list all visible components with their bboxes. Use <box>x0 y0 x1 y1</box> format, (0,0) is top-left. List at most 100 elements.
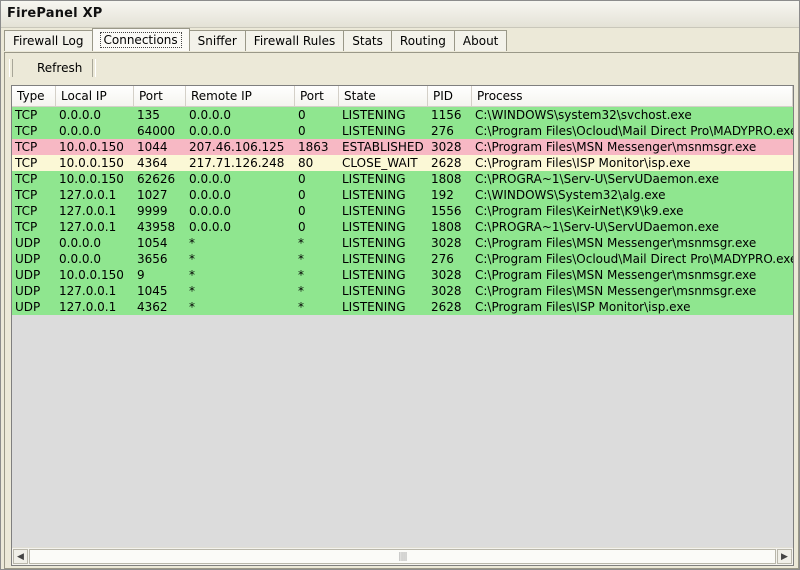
table-row[interactable]: TCP 10.0.0.150 62626 0.0.0.0 0 LISTENING 1808 C… <box>12 171 793 187</box>
cell-remote-ip: 207.46.106.125 <box>189 140 285 154</box>
cell-local-port: 135 <box>137 108 160 122</box>
cell-remote-port: * <box>298 252 304 266</box>
cell-pid: 276 <box>431 252 454 266</box>
cell-local-port: 1054 <box>137 236 168 250</box>
column-header-local-port[interactable]: Port <box>134 86 186 106</box>
cell-pid: 3028 <box>431 268 462 282</box>
tab-stats[interactable]: Stats <box>343 30 392 51</box>
scrollbar-thumb[interactable]: |||| <box>29 549 776 564</box>
cell-state: LISTENING <box>342 108 406 122</box>
connections-list[interactable]: Type Local IP Port Remote IP Port State … <box>11 85 794 566</box>
table-row[interactable]: TCP 127.0.0.1 1027 0.0.0.0 0 LISTENING 192 C:\W… <box>12 187 793 203</box>
toolbar-grip[interactable] <box>9 59 13 77</box>
tab-sniffer[interactable]: Sniffer <box>188 30 246 51</box>
table-row[interactable]: TCP 127.0.0.1 43958 0.0.0.0 0 LISTENING 1808 C:… <box>12 219 793 235</box>
cell-remote-port: 80 <box>298 156 314 170</box>
cell-local-ip: 10.0.0.150 <box>59 156 124 170</box>
cell-state: LISTENING <box>342 284 406 298</box>
cell-state: LISTENING <box>342 252 406 266</box>
cell-remote-ip: 217.71.126.248 <box>189 156 285 170</box>
tab-about[interactable]: About <box>453 30 508 51</box>
table-row[interactable]: UDP 127.0.0.1 1045 * * LISTENING 3028 C:\Progra… <box>12 283 793 299</box>
column-header-type[interactable]: Type <box>12 86 56 106</box>
cell-remote-ip: * <box>189 268 195 282</box>
table-row[interactable]: UDP 0.0.0.0 1054 * * LISTENING 3028 C:\Program … <box>12 235 793 251</box>
cell-remote-port: 0 <box>298 124 306 138</box>
table-row[interactable]: UDP 127.0.0.1 4362 * * LISTENING 2628 C:\Progra… <box>12 299 793 315</box>
cell-process: C:\Program Files\ISP Monitor\isp.exe <box>475 156 691 170</box>
tab-label: Stats <box>352 34 383 48</box>
cell-local-port: 62626 <box>137 172 176 186</box>
table-row[interactable]: UDP 10.0.0.150 9 * * LISTENING 3028 C:\Program … <box>12 267 793 283</box>
cell-type: UDP <box>15 300 41 314</box>
cell-remote-port: 1863 <box>298 140 329 154</box>
cell-state: LISTENING <box>342 220 406 234</box>
cell-state: CLOSE_WAIT <box>342 156 418 170</box>
cell-process: C:\PROGRA~1\Serv-U\ServUDaemon.exe <box>475 220 719 234</box>
cell-type: TCP <box>15 124 38 138</box>
cell-state: LISTENING <box>342 188 406 202</box>
cell-local-ip: 127.0.0.1 <box>59 188 117 202</box>
refresh-button[interactable]: Refresh <box>33 59 86 77</box>
cell-type: TCP <box>15 140 38 154</box>
right-arrow-icon[interactable]: ▶ <box>777 549 792 564</box>
cell-remote-ip: * <box>189 300 195 314</box>
cell-pid: 3028 <box>431 236 462 250</box>
tab-routing[interactable]: Routing <box>390 30 455 51</box>
cell-local-port: 43958 <box>137 220 176 234</box>
cell-remote-port: 0 <box>298 204 306 218</box>
table-row[interactable]: UDP 0.0.0.0 3656 * * LISTENING 276 C:\Program F… <box>12 251 793 267</box>
cell-remote-ip: 0.0.0.0 <box>189 108 231 122</box>
cell-local-port: 1045 <box>137 284 168 298</box>
column-header-remote-port[interactable]: Port <box>295 86 339 106</box>
cell-type: UDP <box>15 252 41 266</box>
cell-remote-ip: 0.0.0.0 <box>189 220 231 234</box>
column-header-local-ip[interactable]: Local IP <box>56 86 134 106</box>
table-row[interactable]: TCP 10.0.0.150 1044 207.46.106.125 1863 ESTAB… <box>12 139 793 155</box>
cell-pid: 2628 <box>431 300 462 314</box>
cell-pid: 1156 <box>431 108 462 122</box>
cell-remote-ip: * <box>189 284 195 298</box>
cell-remote-port: * <box>298 236 304 250</box>
cell-pid: 1808 <box>431 172 462 186</box>
column-header-process[interactable]: Process <box>472 86 793 106</box>
cell-state: LISTENING <box>342 204 406 218</box>
column-header-pid[interactable]: PID <box>428 86 472 106</box>
horizontal-scrollbar[interactable]: ◀ |||| ▶ <box>12 547 793 565</box>
tab-firewall-log[interactable]: Firewall Log <box>4 30 93 51</box>
cell-process: C:\Program Files\MSN Messenger\msnmsgr.e… <box>475 284 757 298</box>
table-row[interactable]: TCP 127.0.0.1 9999 0.0.0.0 0 LISTENING 1556 C:\… <box>12 203 793 219</box>
left-arrow-icon[interactable]: ◀ <box>13 549 28 564</box>
cell-type: TCP <box>15 172 38 186</box>
cell-pid: 3028 <box>431 140 462 154</box>
table-row[interactable]: TCP 10.0.0.150 4364 217.71.126.248 80 CLOSE_W… <box>12 155 793 171</box>
cell-local-port: 9 <box>137 268 145 282</box>
toolbar-separator <box>92 59 97 77</box>
tab-firewall-rules[interactable]: Firewall Rules <box>244 30 345 51</box>
toolbar: Refresh <box>9 57 97 79</box>
cell-state: LISTENING <box>342 236 406 250</box>
tab-connections[interactable]: Connections <box>91 28 190 51</box>
cell-remote-port: 0 <box>298 220 306 234</box>
column-header-remote-ip[interactable]: Remote IP <box>186 86 295 106</box>
cell-process: C:\Program Files\MSN Messenger\msnmsgr.e… <box>475 236 757 250</box>
tab-label: Firewall Log <box>13 34 84 48</box>
table-row[interactable]: TCP 0.0.0.0 64000 0.0.0.0 0 LISTENING 276 C:\Pr… <box>12 123 793 139</box>
title-bar: FirePanel XP <box>1 1 799 28</box>
cell-process: C:\Program Files\MSN Messenger\msnmsgr.e… <box>475 268 757 282</box>
cell-type: UDP <box>15 268 41 282</box>
cell-process: C:\WINDOWS\system32\svchost.exe <box>475 108 692 122</box>
cell-remote-port: * <box>298 284 304 298</box>
column-header-state[interactable]: State <box>339 86 428 106</box>
cell-process: C:\Program Files\MSN Messenger\msnmsgr.e… <box>475 140 757 154</box>
cell-local-ip: 127.0.0.1 <box>59 204 117 218</box>
cell-state: LISTENING <box>342 172 406 186</box>
cell-local-ip: 0.0.0.0 <box>59 236 101 250</box>
cell-remote-port: 0 <box>298 188 306 202</box>
table-row[interactable]: TCP 0.0.0.0 135 0.0.0.0 0 LISTENING 1156 C:\WIN… <box>12 107 793 123</box>
cell-remote-ip: * <box>189 252 195 266</box>
cell-remote-ip: 0.0.0.0 <box>189 124 231 138</box>
window-title: FirePanel XP <box>7 6 103 21</box>
tab-label: Routing <box>399 34 446 48</box>
cell-remote-port: * <box>298 268 304 282</box>
